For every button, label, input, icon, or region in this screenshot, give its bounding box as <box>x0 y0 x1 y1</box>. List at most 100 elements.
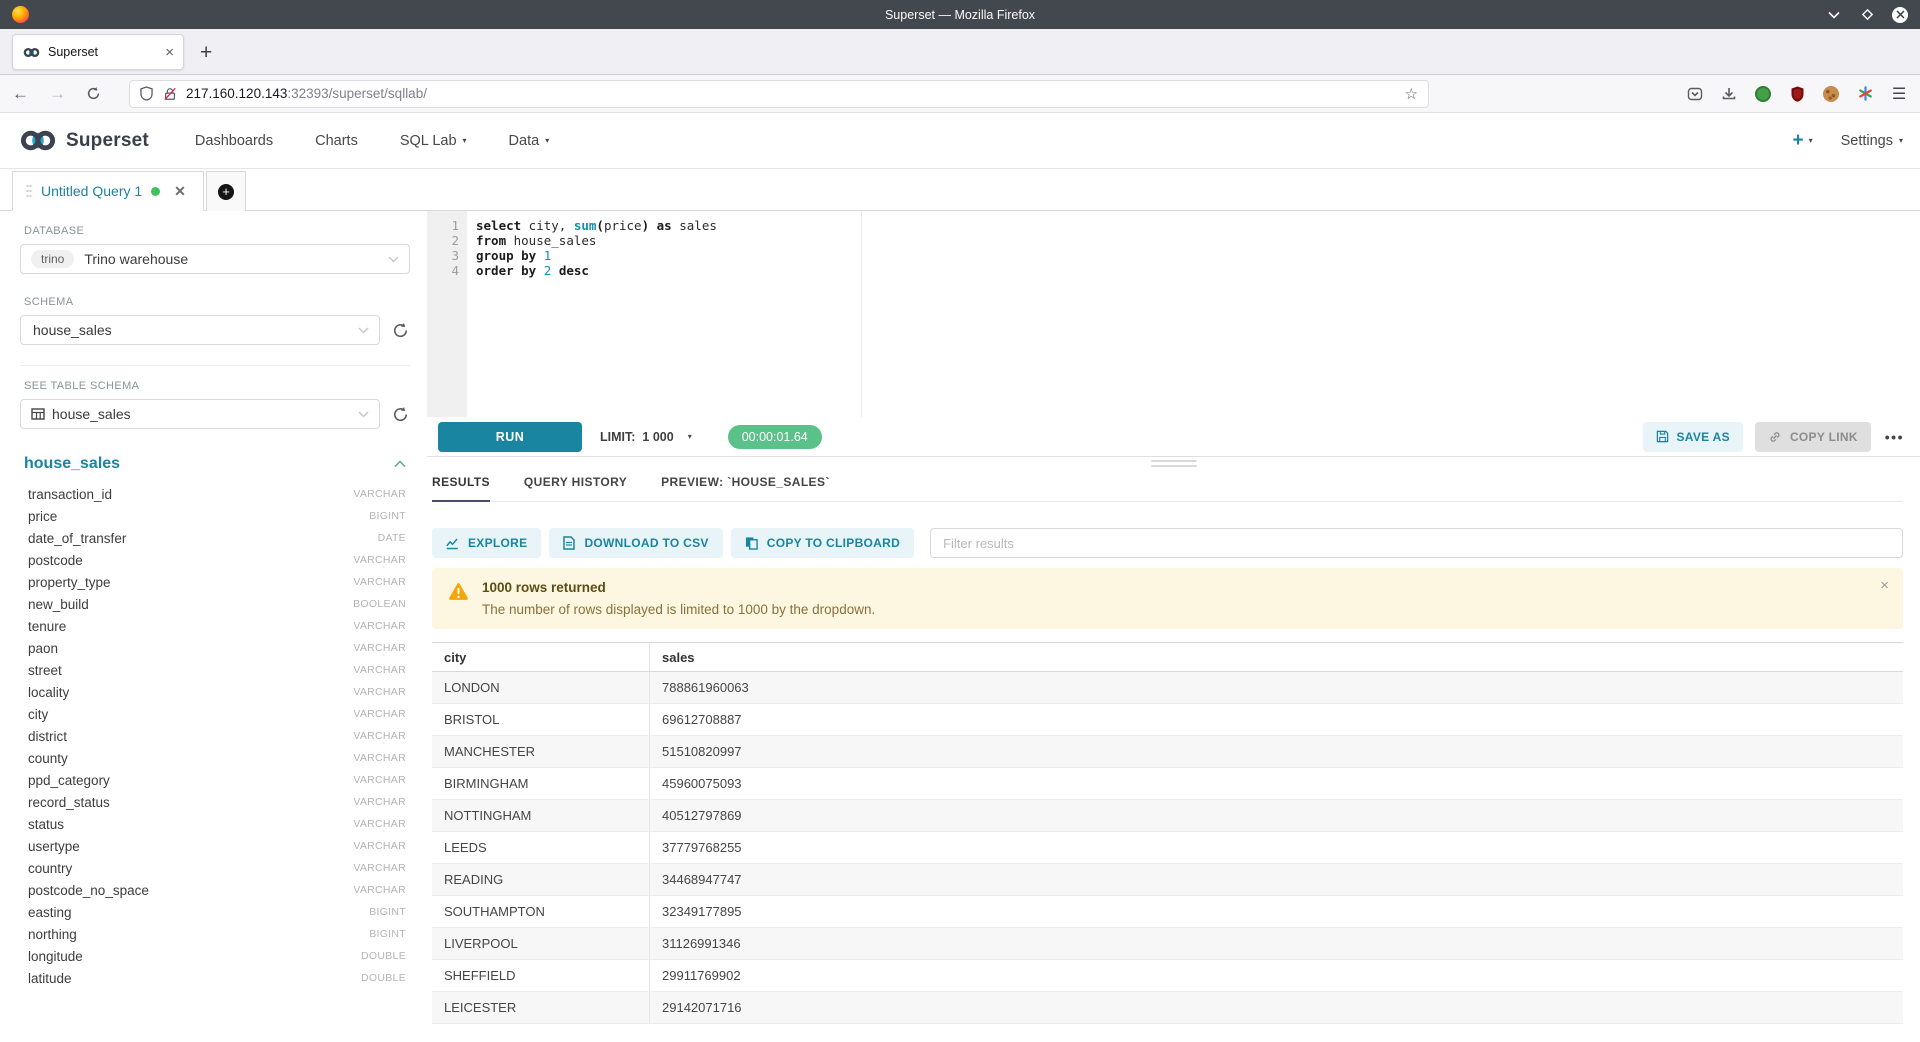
collapse-chevron-up-icon[interactable] <box>394 460 406 468</box>
column-type: VARCHAR <box>353 796 406 808</box>
refresh-table-icon[interactable] <box>390 404 410 424</box>
nav-item-dashboards[interactable]: Dashboards <box>195 133 273 149</box>
superset-logo[interactable]: Superset <box>17 129 149 152</box>
column-type: DOUBLE <box>361 950 406 962</box>
table-schema-label: SEE TABLE SCHEMA <box>24 380 410 392</box>
lock-insecure-icon[interactable] <box>163 87 177 101</box>
column-name: latitude <box>28 971 72 986</box>
menu-hamburger-icon[interactable]: ☰ <box>1890 85 1908 103</box>
table-row: BRISTOL69612708887 <box>432 704 1903 736</box>
table-cell: 29142071716 <box>650 992 1903 1023</box>
window-maximize-icon[interactable] <box>1859 7 1875 23</box>
refresh-schema-icon[interactable] <box>390 320 410 340</box>
database-engine-badge: trino <box>31 250 74 268</box>
drag-handle-icon[interactable] <box>26 184 32 198</box>
multi-account-icon[interactable] <box>1856 85 1874 103</box>
shield-icon[interactable] <box>140 86 153 101</box>
browser-tab[interactable]: Superset × <box>12 34 184 70</box>
column-type: VARCHAR <box>353 840 406 852</box>
add-query-tab-button[interactable]: + <box>206 171 246 211</box>
results-tab-results[interactable]: RESULTS <box>432 475 490 501</box>
reload-icon[interactable] <box>86 86 101 101</box>
results-actions: EXPLORE DOWNLOAD TO CSV COPY TO CLIPBOARD <box>432 528 1903 558</box>
column-row: longitude DOUBLE <box>20 945 410 967</box>
column-header-city[interactable]: city <box>432 643 650 671</box>
column-name: longitude <box>28 949 83 964</box>
download-to-csv-button[interactable]: DOWNLOAD TO CSV <box>549 528 722 558</box>
column-list: transaction_idVARCHARpriceBIGINTdate_of_… <box>20 483 410 989</box>
downloads-icon[interactable] <box>1720 85 1738 103</box>
schema-label: SCHEMA <box>24 296 410 308</box>
column-type: VARCHAR <box>353 620 406 632</box>
column-type: VARCHAR <box>353 576 406 588</box>
column-row: record_statusVARCHAR <box>20 791 410 813</box>
nav-item-label: Dashboards <box>195 133 273 149</box>
elapsed-timer-badge: 00:00:01.64 <box>728 425 822 449</box>
link-icon <box>1768 430 1782 444</box>
results-tab-preview-house-sales[interactable]: PREVIEW: `HOUSE_SALES` <box>661 475 830 501</box>
action-label: DOWNLOAD TO CSV <box>584 536 708 550</box>
chevron-down-icon: ▾ <box>1899 136 1903 145</box>
screen: { "browser": { "window_title": "Superset… <box>0 0 1920 1042</box>
window-title: Superset — Mozilla Firefox <box>0 8 1920 22</box>
query-tab-bar: Untitled Query 1 ✕ + <box>0 169 1920 211</box>
back-icon[interactable]: ← <box>12 85 29 102</box>
database-select[interactable]: trino Trino warehouse <box>20 244 410 274</box>
column-name: country <box>28 861 72 876</box>
run-button[interactable]: RUN <box>438 422 582 452</box>
column-name: district <box>28 729 67 744</box>
limit-dropdown[interactable]: LIMIT: 1 000 ▾ <box>600 430 692 444</box>
filter-results-input[interactable] <box>930 528 1903 558</box>
column-name: property_type <box>28 575 111 590</box>
privacy-badger-icon[interactable] <box>1754 85 1772 103</box>
add-new-button[interactable]: + ▾ <box>1792 131 1812 150</box>
alert-close-icon[interactable]: × <box>1880 578 1889 593</box>
schema-select[interactable]: house_sales <box>20 315 380 345</box>
copy-icon <box>745 536 758 550</box>
url-path: :32393/superset/sqllab/ <box>287 86 427 101</box>
settings-menu[interactable]: Settings ▾ <box>1841 133 1903 149</box>
table-cell: 29911769902 <box>650 960 1903 991</box>
url-input[interactable]: 217.160.120.143:32393/superset/sqllab/ ☆ <box>129 80 1429 108</box>
tab-close-icon[interactable]: × <box>165 45 174 60</box>
explore-button[interactable]: EXPLORE <box>432 528 541 558</box>
cookie-icon[interactable] <box>1822 85 1840 103</box>
results-pane: RESULTS QUERY HISTORY PREVIEW: `HOUSE_SALE… <box>427 467 1920 1042</box>
pocket-icon[interactable] <box>1686 85 1704 103</box>
column-name: status <box>28 817 64 832</box>
more-options-icon[interactable]: ••• <box>1885 429 1904 445</box>
results-tab-query-history[interactable]: QUERY HISTORY <box>524 475 627 501</box>
query-status-dot <box>151 187 160 196</box>
sql-editor[interactable]: 1select city, sum(price) as sales2from h… <box>427 211 1920 417</box>
column-header-sales[interactable]: sales <box>650 643 1903 671</box>
plus-circle-icon: + <box>218 184 234 200</box>
query-tab[interactable]: Untitled Query 1 ✕ <box>12 171 204 211</box>
editor-toolbar: RUN LIMIT: 1 000 ▾ 00:00:01.64 SAVE AS <box>427 417 1920 457</box>
table-cell: LEEDS <box>432 832 650 863</box>
nav-item-sql-lab[interactable]: SQL Lab▾ <box>400 133 467 149</box>
forward-icon[interactable]: → <box>49 85 66 102</box>
window-close-icon[interactable] <box>1892 7 1908 23</box>
bookmark-star-icon[interactable]: ☆ <box>1405 85 1418 103</box>
ublock-icon[interactable] <box>1788 85 1806 103</box>
nav-item-charts[interactable]: Charts <box>315 133 358 149</box>
column-name: price <box>28 509 57 524</box>
query-tab-close-icon[interactable]: ✕ <box>174 184 186 198</box>
table-select[interactable]: house_sales <box>20 399 380 429</box>
column-type: VARCHAR <box>353 664 406 676</box>
column-type: VARCHAR <box>353 488 406 500</box>
column-type: VARCHAR <box>353 818 406 830</box>
action-label: EXPLORE <box>468 536 527 550</box>
column-name: tenure <box>28 619 66 634</box>
table-name: house_sales <box>52 406 131 422</box>
save-as-button[interactable]: SAVE AS <box>1643 422 1743 452</box>
copy-to-clipboard-button[interactable]: COPY TO CLIPBOARD <box>731 528 914 558</box>
table-cell: LIVERPOOL <box>432 928 650 959</box>
pane-resize-handle[interactable] <box>1151 460 1197 467</box>
table-grid-icon <box>31 407 45 421</box>
nav-item-data[interactable]: Data▾ <box>509 133 550 149</box>
new-tab-icon[interactable]: + <box>200 42 212 63</box>
table-row: LIVERPOOL31126991346 <box>432 928 1903 960</box>
window-minimize-icon[interactable] <box>1826 7 1842 23</box>
copy-link-button[interactable]: COPY LINK <box>1755 422 1871 452</box>
